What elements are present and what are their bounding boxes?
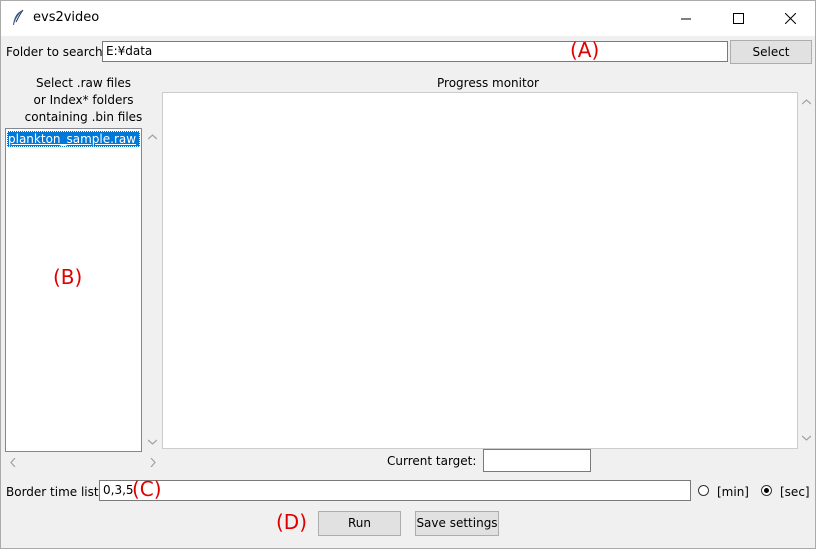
border-time-label: Border time list xyxy=(6,485,99,499)
maximize-icon xyxy=(733,13,744,24)
file-listbox[interactable]: plankton_sample.raw xyxy=(5,128,142,452)
scroll-up-icon[interactable] xyxy=(802,99,811,105)
file-list-label-line2: or Index* folders xyxy=(33,93,134,107)
list-item[interactable]: plankton_sample.raw xyxy=(7,131,140,147)
annotation-b: (B) xyxy=(53,265,83,289)
scroll-left-icon[interactable] xyxy=(10,458,16,467)
save-settings-button[interactable]: Save settings xyxy=(415,511,499,536)
annotation-c: (C) xyxy=(132,477,162,501)
scroll-down-icon[interactable] xyxy=(802,435,811,441)
folder-input[interactable]: E:¥data xyxy=(102,41,728,62)
app-window: evs2video Folder to search E:¥data Selec… xyxy=(0,0,816,549)
file-list-label-line3: containing .bin files xyxy=(24,110,143,124)
title-bar[interactable]: evs2video xyxy=(1,1,815,36)
border-time-input[interactable]: 0,3,5 xyxy=(99,480,691,501)
radio-selected-dot xyxy=(764,488,769,493)
progress-vscrollbar[interactable] xyxy=(798,92,815,449)
file-list-label-line1: Select .raw files xyxy=(35,76,132,90)
scroll-up-icon[interactable] xyxy=(148,134,157,140)
select-folder-button[interactable]: Select xyxy=(730,40,812,64)
window-title: evs2video xyxy=(33,10,100,25)
min-radio-label[interactable]: [min] xyxy=(717,485,749,499)
current-target-label: Current target: xyxy=(387,454,477,468)
file-list-label: Select .raw files or Index* folders cont… xyxy=(5,75,162,126)
run-button[interactable]: Run xyxy=(318,511,401,536)
minimize-icon xyxy=(681,18,691,20)
progress-label: Progress monitor xyxy=(437,76,539,90)
current-target-field[interactable] xyxy=(483,449,591,472)
sec-radio[interactable] xyxy=(761,485,772,496)
scroll-down-icon[interactable] xyxy=(148,439,157,445)
sec-radio-label[interactable]: [sec] xyxy=(780,485,810,499)
feather-icon xyxy=(11,9,25,27)
file-list-vscrollbar[interactable] xyxy=(144,128,161,452)
maximize-button[interactable] xyxy=(715,1,761,36)
minimize-button[interactable] xyxy=(663,1,709,36)
file-list-hscrollbar[interactable] xyxy=(5,454,159,471)
annotation-a: (A) xyxy=(570,38,600,62)
folder-label: Folder to search xyxy=(6,45,103,59)
min-radio[interactable] xyxy=(698,485,709,496)
annotation-d: (D) xyxy=(276,510,308,534)
scroll-right-icon[interactable] xyxy=(150,458,156,467)
progress-textarea[interactable] xyxy=(162,92,798,449)
close-button[interactable] xyxy=(767,1,813,36)
close-icon xyxy=(785,13,796,24)
